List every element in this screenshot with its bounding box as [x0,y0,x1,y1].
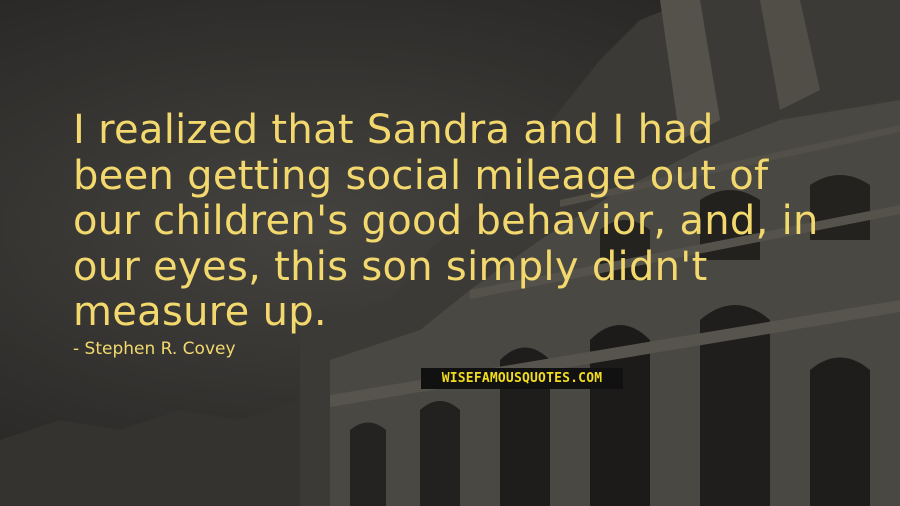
quote-line: I realized that Sandra and I had [73,107,714,153]
watermark-logo: WISEFAMOUSQUOTES.COM [421,368,623,389]
author-name: Stephen R. Covey [84,339,236,359]
quote-line: our eyes, this son simply didn't [73,243,708,290]
quote-text: I realized that Sandra and I had been ge… [73,107,833,336]
quote-line: been getting social mileage out of [73,152,769,199]
quote-line: measure up. [73,289,327,335]
quote-author: - Stephen R. Covey [73,339,236,359]
watermark-part2: QUOTES.COM [522,371,603,386]
quote-line: our children's good behavior, and, in [73,198,819,244]
watermark-part1: WISEFAMOUS [441,371,522,386]
author-dash: - [73,339,85,359]
quote-card: I realized that Sandra and I had been ge… [0,0,900,506]
